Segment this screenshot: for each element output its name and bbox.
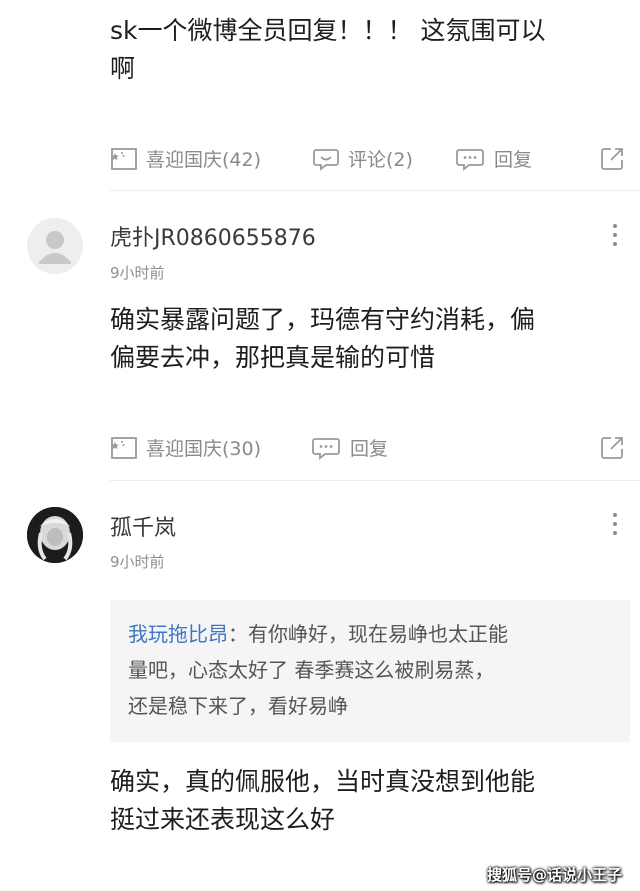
flag-icon	[111, 147, 137, 170]
comment-text: 确实，真的佩服他，当时真没想到他能 挺过来还表现这么好	[110, 763, 535, 839]
default-avatar-icon	[39, 231, 71, 264]
user-avatar-image	[27, 507, 83, 563]
comment-text-line: 确实，真的佩服他，当时真没想到他能	[110, 767, 536, 796]
more-options-icon[interactable]	[609, 513, 621, 535]
post-text-line: 啊	[110, 54, 136, 83]
avatar[interactable]	[27, 507, 83, 563]
reply-bubble-icon	[456, 148, 484, 171]
timestamp: 9小时前	[110, 553, 165, 571]
share-icon	[601, 437, 623, 459]
like-count-label: 喜迎国庆(30)	[146, 438, 262, 460]
watermark: 搜狐号@话说小王子	[486, 866, 622, 884]
comment-count-label: 评论(2)	[348, 149, 413, 171]
quoted-author-link[interactable]: 我玩拖比昂	[128, 622, 228, 646]
post-text: sk一个微博全员回复！！！ 这氛围可以 啊	[110, 12, 545, 88]
share-icon	[601, 148, 623, 170]
quoted-text-line: 还是稳下来了，看好易峥	[128, 694, 348, 718]
comment-button[interactable]: 评论(2)	[312, 145, 413, 172]
quoted-reply[interactable]: 我玩拖比昂：有你峥好，现在易峥也太正能 量吧，心态太好了 春季赛这么被刷易蒸， …	[110, 600, 630, 742]
username[interactable]: 虎扑JR0860655876	[110, 220, 316, 252]
comment-text-line: 挺过来还表现这么好	[110, 805, 336, 834]
share-button[interactable]	[598, 145, 626, 177]
avatar[interactable]	[27, 218, 83, 274]
share-button[interactable]	[598, 434, 626, 466]
quoted-text-line: 有你峥好，现在易峥也太正能	[248, 622, 508, 646]
like-button[interactable]: 喜迎国庆(42)	[110, 145, 261, 172]
comment-text: 确实暴露问题了，玛德有守约消耗，偏 偏要去冲，那把真是输的可惜	[110, 301, 535, 377]
divider	[110, 190, 640, 191]
reply-label: 回复	[494, 149, 533, 171]
comment-icon	[313, 148, 339, 171]
comment-text-line: 偏要去冲，那把真是输的可惜	[110, 343, 436, 372]
reply-bubble-icon	[312, 437, 340, 460]
quoted-text-line: 量吧，心态太好了 春季赛这么被刷易蒸，	[128, 658, 495, 682]
comment-text-line: 确实暴露问题了，玛德有守约消耗，偏	[110, 305, 536, 334]
like-button[interactable]: 喜迎国庆(30)	[110, 434, 261, 461]
reply-label: 回复	[350, 438, 389, 460]
reply-button[interactable]: 回复	[312, 434, 388, 461]
username[interactable]: 孤千岚	[110, 510, 176, 542]
quoted-reply-text: 我玩拖比昂：有你峥好，现在易峥也太正能 量吧，心态太好了 春季赛这么被刷易蒸， …	[128, 616, 618, 724]
like-count-label: 喜迎国庆(42)	[146, 149, 262, 171]
timestamp: 9小时前	[110, 264, 165, 282]
quoted-separator: ：	[228, 622, 248, 646]
reply-button[interactable]: 回复	[456, 145, 532, 172]
flag-icon	[111, 436, 137, 459]
post-text-line: sk一个微博全员回复！！！ 这氛围可以	[110, 16, 546, 45]
divider	[110, 480, 640, 481]
more-options-icon[interactable]	[609, 224, 621, 246]
